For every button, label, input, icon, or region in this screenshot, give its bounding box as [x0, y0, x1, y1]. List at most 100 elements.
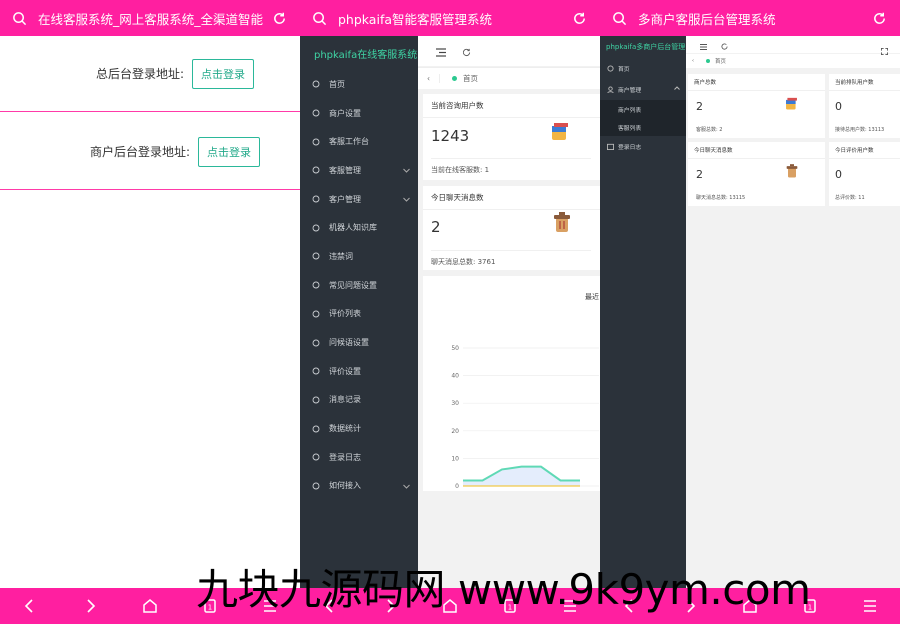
search-icon[interactable] — [608, 7, 630, 29]
sidebar-item-6[interactable]: 违禁词 — [300, 242, 418, 271]
back-arrow-icon[interactable]: ‹ — [686, 58, 700, 64]
breadcrumb: ‹ 首页 — [418, 67, 600, 89]
search-icon[interactable] — [308, 7, 330, 29]
y-tick-label: 0 — [455, 483, 459, 490]
search-icon[interactable] — [8, 7, 30, 29]
sidebar-item-label: 登录日志 — [329, 452, 361, 462]
forward-icon[interactable] — [80, 596, 100, 616]
sidebar-item-merchant-list[interactable]: 商户列表 — [600, 100, 686, 118]
page-title: phpkaifa智能客服管理系统 — [338, 11, 493, 27]
card-footer: 总评价数: 11 — [835, 195, 865, 201]
y-tick-label: 10 — [451, 455, 459, 462]
merchant-login-button[interactable]: 点击登录 — [198, 136, 260, 167]
card-value: 0 — [835, 168, 842, 181]
brand-logo: phpkaifa在线客服系统 — [314, 49, 418, 61]
sidebar-item-2[interactable]: 客服工作台 — [300, 127, 418, 156]
line-chart: 0102030405010-1910-2010-2110-2210-2310-2… — [451, 345, 599, 490]
user-icon — [310, 164, 322, 176]
menu-toggle-icon[interactable] — [436, 42, 446, 61]
sidebar-item-13[interactable]: 登录日志 — [300, 443, 418, 472]
breadcrumb-home[interactable]: 首页 — [715, 57, 726, 65]
toolbar — [418, 36, 600, 66]
sidebar-item-label: 常见问题设置 — [329, 280, 377, 290]
sidebar-item-label: 机器人知识库 — [329, 223, 377, 233]
headset-icon — [310, 136, 322, 148]
thumb-icon — [310, 308, 322, 320]
breadcrumb: ‹ 首页 — [686, 54, 900, 68]
sidebar-item-label: 违禁词 — [329, 251, 353, 261]
card-value: 1243 — [431, 127, 470, 145]
admin-login-button[interactable]: 点击登录 — [192, 58, 254, 89]
users-icon — [310, 193, 322, 205]
sidebar-item-login-log[interactable]: 登录日志 — [600, 136, 686, 157]
sidebar-item-10[interactable]: 评价设置 — [300, 357, 418, 386]
reload-icon[interactable] — [462, 42, 471, 61]
paint-bucket-icon — [549, 122, 571, 146]
sidebar-item-label: 客服工作台 — [329, 137, 369, 147]
breadcrumb-home[interactable]: 首页 — [463, 73, 478, 84]
sidebar-item-3[interactable]: 客服管理 — [300, 156, 418, 185]
admin-login-label: 总后台登录地址: — [95, 67, 184, 81]
chevron-up-icon — [674, 86, 680, 92]
sidebar-item-11[interactable]: 消息记录 — [300, 386, 418, 415]
log-icon — [310, 451, 322, 463]
sidebar-item-label: 问候语设置 — [329, 338, 369, 348]
fullscreen-icon[interactable] — [881, 40, 888, 59]
card-value: 2 — [431, 218, 441, 236]
sidebar-item-9[interactable]: 问候语设置 — [300, 328, 418, 357]
y-tick-label: 40 — [451, 373, 459, 380]
card-value: 2 — [696, 168, 703, 181]
home-icon — [310, 78, 322, 90]
submenu: 商户列表 客服列表 — [600, 100, 686, 136]
page-title: 多商户客服后台管理系统 — [638, 11, 776, 27]
sidebar-item-0[interactable]: 首页 — [300, 70, 418, 99]
card-value: 2 — [696, 100, 703, 113]
y-tick-label: 20 — [451, 428, 459, 435]
merchant-login-row: 商户后台登录地址: 点击登录 — [0, 114, 300, 190]
sidebar: phpkaifa在线客服系统 首页 商户设置客服工作台客服管理 客户管理机器人知识库… — [300, 36, 418, 588]
send-icon — [310, 337, 322, 349]
trash-icon — [786, 164, 798, 183]
refresh-icon[interactable] — [868, 7, 890, 29]
y-tick-label: 30 — [451, 400, 459, 407]
sidebar-item-label: 客服列表 — [618, 125, 642, 132]
sidebar-item-label: 首页 — [618, 67, 630, 73]
sidebar-item-merchant-manage[interactable]: 商户管理 — [600, 79, 686, 100]
menu-icon[interactable] — [860, 596, 880, 616]
panel-frontpage: 在线客服系统_网上客服系统_全渠道智能 总后台登录地址: 点击登录 商户后台登录… — [0, 0, 300, 624]
card-footer: 接待总用户数: 13113 — [835, 127, 885, 133]
faq-icon — [310, 279, 322, 291]
stat-card-merchants: 商户总数 2 客服总数: 2 — [688, 74, 825, 138]
sidebar-item-5[interactable]: 机器人知识库 — [300, 213, 418, 242]
toolbar — [686, 35, 900, 55]
refresh-icon[interactable] — [268, 7, 290, 29]
menu-toggle-icon[interactable] — [700, 35, 707, 54]
watermark-text: 九块九源码网 www.9k9ym.com — [196, 565, 811, 614]
sidebar-item-label: 评价列表 — [329, 309, 361, 319]
sidebar-item-agent-list[interactable]: 客服列表 — [600, 118, 686, 136]
merchant-login-label: 商户后台登录地址: — [89, 145, 190, 159]
home-icon[interactable] — [140, 596, 160, 616]
back-icon[interactable] — [20, 596, 40, 616]
reload-icon[interactable] — [721, 35, 728, 54]
sidebar-item-1[interactable]: 商户设置 — [300, 99, 418, 128]
sidebar-item-12[interactable]: 数据统计 — [300, 414, 418, 443]
main-content: ‹ 首页 商户总数 2 客服总数: 2 当前排队用户数 0 接待总用户数: 13… — [686, 36, 900, 588]
calendar-icon — [310, 365, 322, 377]
sidebar-item-7[interactable]: 常见问题设置 — [300, 271, 418, 300]
link-icon — [310, 480, 322, 492]
active-tab-dot-icon — [452, 76, 457, 81]
settings-icon — [310, 107, 322, 119]
sidebar-item-label: 登录日志 — [618, 145, 642, 151]
refresh-icon[interactable] — [568, 7, 590, 29]
card-value: 0 — [835, 100, 842, 113]
sidebar-item-8[interactable]: 评价列表 — [300, 300, 418, 329]
admin-login-row: 总后台登录地址: 点击登录 — [0, 36, 300, 112]
sidebar-item-home[interactable]: 首页 — [600, 58, 686, 79]
sidebar-item-4[interactable]: 客户管理 — [300, 185, 418, 214]
back-arrow-icon[interactable]: ‹ — [418, 74, 440, 83]
card-title: 商户总数 — [688, 74, 825, 91]
card-title: 今日评价用户数 — [829, 142, 900, 159]
card-title: 今日聊天消息数 — [423, 186, 600, 210]
sidebar-item-14[interactable]: 如何接入 — [300, 472, 418, 501]
